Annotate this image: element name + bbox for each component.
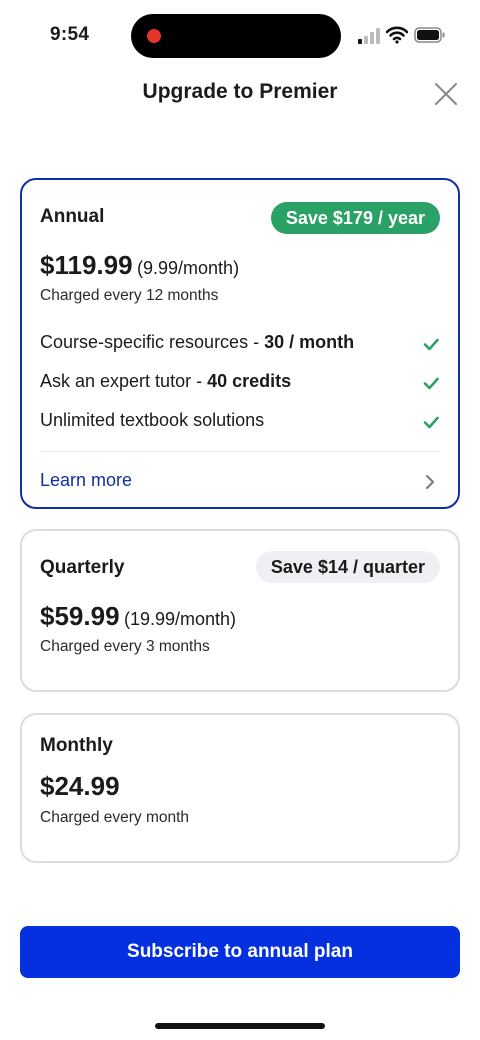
feature-item: Ask an expert tutor - 40 credits <box>40 371 440 397</box>
header: Upgrade to Premier <box>0 72 480 116</box>
screen: 9:54 Upgrade to Premier Annual Save $179… <box>0 0 480 1040</box>
billing-frequency: Charged every month <box>40 809 190 826</box>
feature-item: Course-specific resources - 30 / month <box>40 332 440 358</box>
price-line: $59.99 (19.99/month) <box>40 601 236 632</box>
save-badge: Save $14 / quarter <box>255 551 440 583</box>
feature-text: Ask an expert tutor - 40 credits <box>40 371 292 391</box>
plan-card-annual[interactable]: Annual Save $179 / year $119.99 (9.99/mo… <box>20 178 460 509</box>
feature-item: Unlimited textbook solutions <box>40 410 440 436</box>
close-button[interactable] <box>430 78 462 110</box>
check-icon <box>423 338 439 351</box>
plan-name: Quarterly <box>40 557 125 578</box>
battery-icon <box>414 27 445 43</box>
home-indicator[interactable] <box>155 1023 325 1029</box>
chevron-right-icon <box>426 475 434 489</box>
plan-card-monthly[interactable]: Monthly $24.99 Charged every month <box>20 713 460 863</box>
plan-price: $59.99 <box>40 601 120 631</box>
page-title: Upgrade to Premier <box>142 80 338 103</box>
learn-more-link[interactable]: Learn more <box>40 468 440 496</box>
save-badge: Save $179 / year <box>270 202 440 234</box>
feature-text: Unlimited textbook solutions <box>40 410 265 430</box>
plan-name: Annual <box>40 206 105 227</box>
plan-card-quarterly[interactable]: Quarterly Save $14 / quarter $59.99 (19.… <box>20 529 460 692</box>
plan-price: $24.99 <box>40 771 120 801</box>
plan-per-month: (9.99/month) <box>137 258 240 278</box>
check-icon <box>423 416 439 429</box>
billing-frequency: Charged every 3 months <box>40 638 210 655</box>
plan-per-month: (19.99/month) <box>123 609 237 629</box>
cellular-signal-icon <box>358 28 380 44</box>
status-bar: 9:54 <box>0 0 480 72</box>
billing-frequency: Charged every 12 months <box>40 287 219 304</box>
price-line: $119.99 (9.99/month) <box>40 250 239 281</box>
plan-name: Monthly <box>40 735 113 756</box>
check-icon <box>423 377 439 390</box>
dynamic-island <box>131 14 341 58</box>
subscribe-button[interactable]: Subscribe to annual plan <box>20 926 460 978</box>
feature-text: Course-specific resources - 30 / month <box>40 332 355 352</box>
price-line: $24.99 <box>40 771 120 802</box>
learn-more-label: Learn more <box>40 470 133 490</box>
wifi-icon <box>386 26 408 44</box>
status-time: 9:54 <box>50 24 90 45</box>
recording-indicator-icon <box>147 29 161 43</box>
close-icon <box>435 83 457 105</box>
divider <box>40 451 440 452</box>
plan-price: $119.99 <box>40 250 133 280</box>
